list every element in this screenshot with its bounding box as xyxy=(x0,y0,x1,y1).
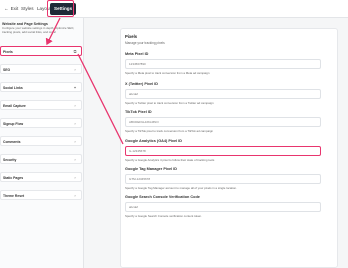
panel-subtitle: Manage your tracking pixels xyxy=(125,41,165,45)
ga4-pixel-label: Google Analytics (GA4) Pixel ID xyxy=(125,139,183,143)
twitter-pixel-help: Specify a Twitter pixel to track convers… xyxy=(125,101,214,105)
twitter-pixel-label: X (Twitter) Pixel ID xyxy=(125,82,159,86)
ga4-pixel-input[interactable] xyxy=(125,146,321,156)
sidebar-item-pixels[interactable]: Pixels ⧉ xyxy=(0,46,82,56)
sidebar-item-label: Social Links xyxy=(3,86,23,90)
sidebar-item-label: Email Capture xyxy=(3,104,26,108)
gsc-code-label: Google Search Console Verification Code xyxy=(125,195,200,199)
sidebar-item-label: Security xyxy=(3,158,17,162)
sidebar-item-static-pages[interactable]: Static Pages › xyxy=(0,172,82,182)
sidebar-item-signup-flow[interactable]: Signup Flow › xyxy=(0,118,82,128)
sidebar-item-label: Theme Reset xyxy=(3,194,25,198)
tiktok-pixel-input[interactable] xyxy=(125,117,321,127)
gsc-code-help: Specify a Google Search Console verifica… xyxy=(125,214,202,218)
meta-pixel-label: Meta Pixel ID xyxy=(125,52,149,56)
external-link-icon: ⧉ xyxy=(73,49,77,54)
ga4-pixel-help: Specify a Google Analytics 4 pixel to fo… xyxy=(125,158,215,162)
settings-sidebar: Website and Page Settings Configure your… xyxy=(0,18,84,268)
sidebar-item-label: Static Pages xyxy=(3,176,24,180)
meta-pixel-input[interactable] xyxy=(125,59,321,69)
pixels-panel: Pixels Manage your tracking pixels Meta … xyxy=(120,28,338,268)
chevron-right-icon: › xyxy=(74,193,76,198)
sidebar-item-label: Comments xyxy=(3,140,21,144)
sidebar-item-comments[interactable]: Comments › xyxy=(0,136,82,146)
chevron-right-icon: › xyxy=(74,175,76,180)
twitter-pixel-input[interactable] xyxy=(125,89,321,99)
sidebar-item-email-capture[interactable]: Email Capture › xyxy=(0,100,82,110)
gsc-code-input[interactable] xyxy=(125,202,321,212)
sidebar-item-label: SEO xyxy=(3,68,11,72)
chevron-right-icon: › xyxy=(74,157,76,162)
sidebar-description: Configure your website settings in depth… xyxy=(2,26,75,34)
arrow-to-ga4-field-head xyxy=(78,54,125,151)
tiktok-pixel-help: Specify a TikTok pixel to track conversi… xyxy=(125,129,214,133)
chevron-right-icon: › xyxy=(74,121,76,126)
chevron-right-icon: › xyxy=(74,139,76,144)
arrow-to-ga4-field xyxy=(77,53,124,145)
tiktok-pixel-label: TikTok Pixel ID xyxy=(125,110,152,114)
gtm-pixel-input[interactable] xyxy=(125,174,321,184)
meta-pixel-help: Specify a Meta pixel to track conversion… xyxy=(125,71,210,75)
settings-highlight-box xyxy=(47,0,74,17)
chevron-right-icon: › xyxy=(74,67,76,72)
sidebar-item-seo[interactable]: SEO › xyxy=(0,64,82,74)
sidebar-item-label: Pixels xyxy=(3,50,13,54)
arrow-left-icon: ← xyxy=(4,6,9,11)
link-icon: ⚭ xyxy=(73,85,77,90)
gtm-pixel-help: Specify a Google Tag Manager account to … xyxy=(125,186,237,190)
sidebar-item-social-links[interactable]: Social Links ⚭ xyxy=(0,82,82,92)
panel-title: Pixels xyxy=(125,34,138,39)
sidebar-item-theme-reset[interactable]: Theme Reset › xyxy=(0,190,82,200)
gtm-pixel-label: Google Tag Manager Pixel ID xyxy=(125,167,178,171)
sidebar-item-label: Signup Flow xyxy=(3,122,24,126)
chevron-right-icon: › xyxy=(74,103,76,108)
sidebar-item-security[interactable]: Security › xyxy=(0,154,82,164)
top-toolbar: ← Exit Styles Layout Settings xyxy=(0,0,348,18)
